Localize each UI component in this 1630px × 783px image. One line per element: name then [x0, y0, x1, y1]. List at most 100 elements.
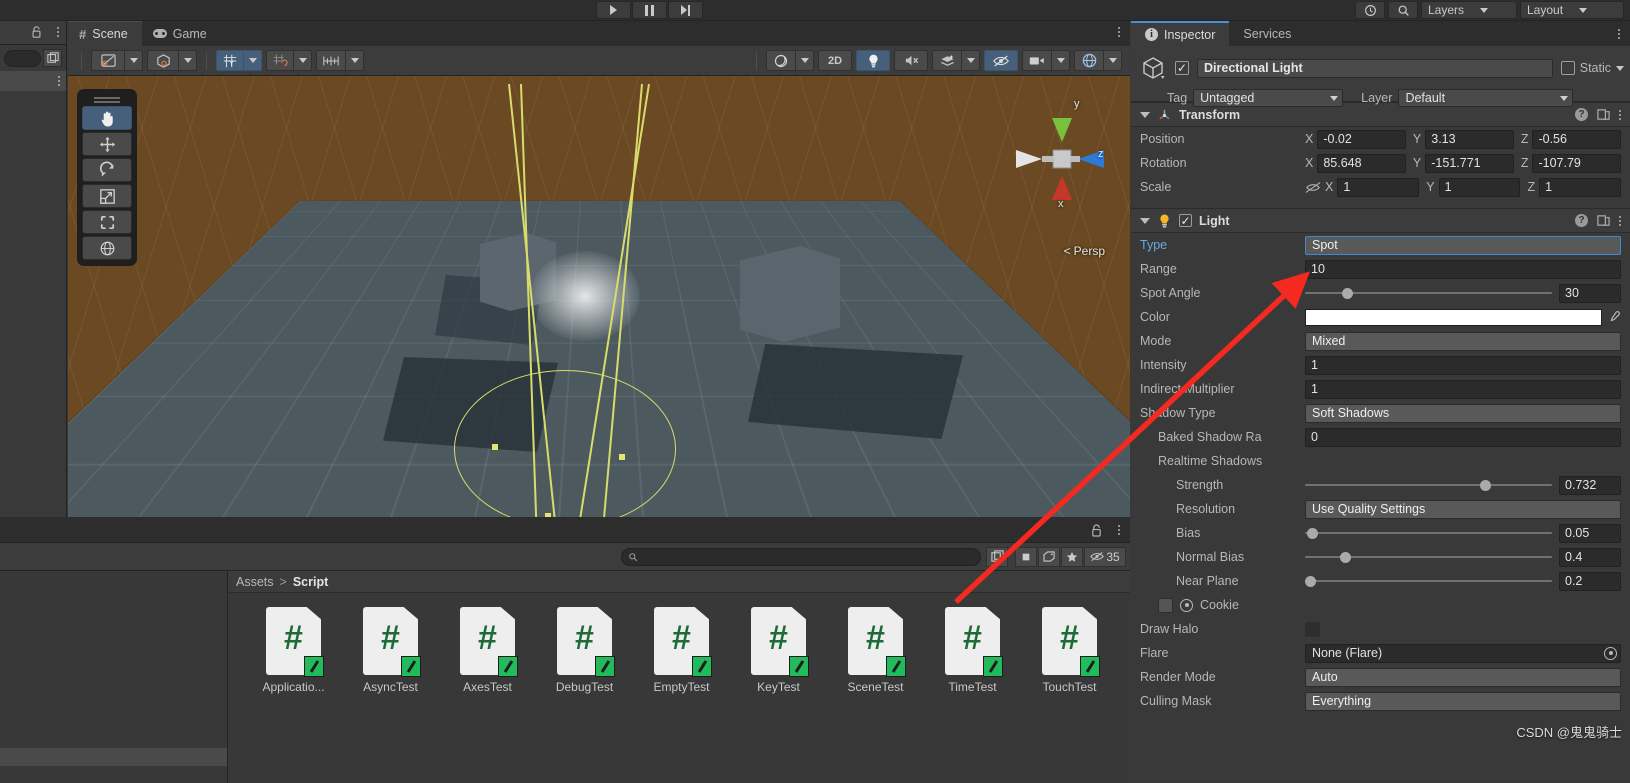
gizmos-dropdown[interactable]: [1104, 50, 1122, 71]
light-enabled-checkbox[interactable]: [1179, 214, 1192, 227]
scene-camera-dropdown[interactable]: [1052, 50, 1070, 71]
grid-axis-dropdown[interactable]: [244, 50, 262, 71]
light-bias-slider[interactable]: [1305, 524, 1552, 543]
layer-dropdown[interactable]: Default: [1398, 89, 1574, 107]
preset-icon[interactable]: [1597, 214, 1610, 227]
project-tree-selected-row[interactable]: [0, 748, 227, 766]
unlink-scale-icon[interactable]: [1305, 181, 1321, 194]
grid-snap-dropdown[interactable]: [294, 50, 312, 71]
rotation-x-input[interactable]: 85.648: [1317, 153, 1406, 173]
slider-knob[interactable]: [1304, 575, 1316, 587]
scale-x-input[interactable]: 1: [1337, 177, 1420, 197]
light-intensity-input[interactable]: 1: [1305, 355, 1621, 375]
slider-knob[interactable]: [1341, 287, 1353, 299]
gameobject-enabled-checkbox[interactable]: [1175, 61, 1189, 75]
asset-item[interactable]: # KeyTest: [730, 607, 827, 694]
light-near-plane-input[interactable]: 0.2: [1559, 571, 1621, 591]
component-menu-icon[interactable]: [1619, 109, 1621, 120]
cookie-object-picker-icon[interactable]: [1180, 598, 1193, 612]
snap-increment-dropdown[interactable]: [346, 50, 364, 71]
grid-snap-button[interactable]: [266, 50, 294, 71]
rect-tool-button[interactable]: [82, 210, 132, 234]
layout-dropdown[interactable]: Layout: [1520, 1, 1624, 19]
light-component-header[interactable]: Light ?: [1131, 208, 1630, 233]
hierarchy-context-row[interactable]: [0, 71, 66, 91]
scene-lighting-button[interactable]: [856, 50, 890, 71]
hand-tool-button[interactable]: [82, 106, 132, 130]
hierarchy-row-menu-icon[interactable]: [58, 76, 60, 86]
light-flare-objectfield[interactable]: None (Flare): [1305, 643, 1621, 663]
position-x-input[interactable]: -0.02: [1317, 129, 1406, 149]
asset-item[interactable]: # AsyncTest: [342, 607, 439, 694]
gameobject-name-input[interactable]: Directional Light: [1197, 58, 1553, 78]
scene-camera-button[interactable]: [1022, 50, 1052, 71]
play-button[interactable]: [596, 1, 631, 19]
snap-increment-button[interactable]: [316, 50, 346, 71]
light-bias-input[interactable]: 0.05: [1559, 523, 1621, 543]
light-strength-slider[interactable]: [1305, 476, 1552, 495]
render-mode-dropdown[interactable]: [179, 50, 197, 71]
breadcrumb-assets[interactable]: Assets: [236, 575, 274, 589]
search-services-button[interactable]: [1388, 1, 1418, 19]
slider-knob[interactable]: [1480, 479, 1492, 491]
light-near-plane-slider[interactable]: [1304, 572, 1552, 591]
project-menu-icon[interactable]: [1118, 525, 1120, 535]
position-z-input[interactable]: -0.56: [1532, 129, 1622, 149]
grid-visibility-button[interactable]: Y: [216, 50, 244, 71]
draw-halo-checkbox[interactable]: [1305, 621, 1320, 637]
light-resolution-dropdown[interactable]: Use Quality Settings: [1305, 499, 1621, 519]
light-indirect-input[interactable]: 1: [1305, 379, 1621, 399]
tab-services[interactable]: Services: [1229, 21, 1305, 46]
project-folder-tree[interactable]: [0, 571, 228, 783]
scene-viewport[interactable]: y x z < Persp: [68, 76, 1130, 517]
chevron-down-icon[interactable]: [1140, 217, 1150, 224]
transform-tool-button[interactable]: [82, 236, 132, 260]
search-options-button[interactable]: [986, 546, 1008, 567]
light-type-dropdown[interactable]: Spot: [1305, 235, 1621, 255]
inspector-menu-icon[interactable]: [1618, 29, 1620, 39]
project-search-input[interactable]: [621, 547, 981, 566]
light-range-input[interactable]: 10: [1305, 259, 1621, 279]
cookie-preview-box[interactable]: [1158, 597, 1173, 613]
light-strength-input[interactable]: 0.732: [1559, 475, 1621, 495]
hierarchy-expand-button[interactable]: [43, 49, 62, 67]
filter-type-button[interactable]: [1038, 546, 1060, 567]
light-render-mode-dropdown[interactable]: Auto: [1305, 667, 1621, 687]
hierarchy-menu-icon[interactable]: [57, 27, 59, 37]
project-lock-icon[interactable]: [1091, 524, 1102, 537]
scene-projection-label[interactable]: < Persp: [1064, 244, 1105, 258]
hidden-assets-count[interactable]: 35: [1084, 546, 1126, 567]
scene-panel-menu-icon[interactable]: [1118, 27, 1120, 37]
asset-item[interactable]: # EmptyTest: [633, 607, 730, 694]
asset-item[interactable]: # AxesTest: [439, 607, 536, 694]
hierarchy-search-input[interactable]: [4, 49, 41, 67]
light-normal-bias-input[interactable]: 0.4: [1559, 547, 1621, 567]
render-mode-button[interactable]: [147, 50, 179, 71]
asset-item[interactable]: # TouchTest: [1021, 607, 1118, 694]
light-mode-dropdown[interactable]: Mixed: [1305, 331, 1621, 351]
chevron-down-icon[interactable]: [1140, 111, 1150, 118]
hidden-objects-button[interactable]: [984, 50, 1018, 71]
toggle-2d-button[interactable]: 2D: [818, 50, 852, 71]
layers-dropdown[interactable]: Layers: [1421, 1, 1517, 19]
help-icon[interactable]: ?: [1575, 214, 1588, 227]
light-shadow-type-dropdown[interactable]: Soft Shadows: [1305, 403, 1621, 423]
light-spot-angle-slider[interactable]: [1305, 284, 1552, 303]
step-button[interactable]: [668, 1, 703, 19]
scene-audio-button[interactable]: [894, 50, 928, 71]
scene-orientation-gizmo[interactable]: y x z: [1012, 98, 1108, 212]
scale-tool-button[interactable]: [82, 184, 132, 208]
component-menu-icon[interactable]: [1619, 215, 1621, 226]
scene-fx-button[interactable]: [932, 50, 962, 71]
effects-dropdown[interactable]: [962, 50, 980, 71]
scale-z-input[interactable]: 1: [1539, 177, 1621, 197]
asset-item[interactable]: # DebugTest: [536, 607, 633, 694]
preset-icon[interactable]: [1597, 108, 1610, 121]
scale-y-input[interactable]: 1: [1438, 177, 1521, 197]
object-picker-icon[interactable]: [1604, 646, 1617, 660]
asset-item[interactable]: # SceneTest: [827, 607, 924, 694]
rotation-y-input[interactable]: -151.771: [1425, 153, 1514, 173]
light-color-swatch[interactable]: [1305, 308, 1602, 326]
rotate-tool-button[interactable]: [82, 158, 132, 182]
move-tool-button[interactable]: [82, 132, 132, 156]
